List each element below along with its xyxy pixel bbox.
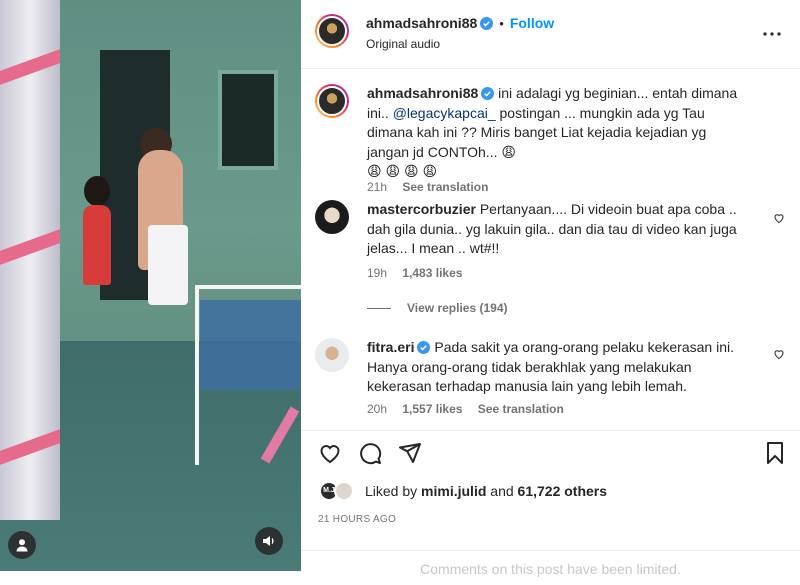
video-scene-child [83,205,111,285]
verified-badge-icon [481,87,495,100]
caption-body: ahmadsahroni88 ini adalagi yg beginian..… [367,84,752,182]
verified-badge-icon [480,16,494,30]
caption-age[interactable]: 21h [367,180,387,194]
liker-avatar [334,481,354,501]
liked-by-and: and [490,483,514,499]
video-scene-child-head [84,176,110,206]
video-scene-stripe [0,429,60,465]
send-icon[interactable] [398,441,422,465]
commenter-username[interactable]: fitra.eri [367,339,414,355]
liked-by-user[interactable]: mimi.julid [421,483,486,499]
comment-age[interactable]: 20h [367,402,387,416]
video-scene-towel [148,225,188,305]
see-translation-link[interactable]: See translation [478,402,564,416]
separator-dot: • [499,15,504,31]
video-scene-stripe [0,229,60,265]
verified-badge-icon [417,341,431,354]
author-avatar[interactable] [315,14,349,48]
commenter-avatar[interactable] [315,338,349,372]
comment-body: fitra.eri Pada sakit ya orang-orang pela… [367,338,752,397]
original-audio-link[interactable]: Original audio [366,37,440,51]
comment-age[interactable]: 19h [367,266,387,280]
post-header: ahmadsahroni88 • Follow Original audio [301,0,800,69]
video-scene-window [218,70,278,170]
video-scene-rack [195,285,301,465]
speaker-icon [263,536,274,546]
author-username[interactable]: ahmadsahroni88 [366,15,477,31]
more-horizontal-icon [763,32,781,36]
more-options-button[interactable] [762,24,782,44]
caption-meta: 21h See translation [367,180,500,194]
follow-button[interactable]: Follow [510,15,554,31]
comments-limited-notice: Comments on this post have been limited. [301,550,800,585]
liked-by-avatars[interactable]: M.J [319,481,357,501]
likes-count[interactable]: 61,722 others [518,483,608,499]
comment-meta: 19h 1,483 likes [367,266,474,280]
bookmark-icon[interactable] [763,441,787,465]
audio-toggle-button[interactable] [255,527,283,555]
heart-icon[interactable] [773,348,785,360]
user-icon [16,539,28,552]
comment-likes[interactable]: 1,483 likes [402,266,462,280]
replies-divider [367,307,391,309]
heart-icon[interactable] [318,441,342,465]
post-media[interactable] [0,0,301,571]
view-replies-label: View replies (194) [407,301,508,315]
author-line: ahmadsahroni88 • Follow [366,15,554,31]
see-translation-link[interactable]: See translation [402,180,488,194]
view-replies-button[interactable]: View replies (194) [367,301,508,315]
comment-meta: 20h 1,557 likes See translation [367,402,576,416]
tagged-users-button[interactable] [8,531,36,559]
caption-author-username[interactable]: ahmadsahroni88 [367,85,478,101]
caption-emojis: 😩 😩 😩 😩 [367,163,438,179]
liked-by-summary: M.J Liked by mimi.julid and 61,722 other… [319,481,607,501]
commenter-username[interactable]: mastercorbuzier [367,201,476,217]
commenter-avatar[interactable] [315,200,349,234]
video-frame[interactable] [0,0,301,571]
comments-section[interactable]: ahmadsahroni88 ini adalagi yg beginian..… [301,70,800,430]
post-panel: ahmadsahroni88 • Follow Original audio a… [301,0,800,585]
post-timestamp[interactable]: 21 hours ago [318,514,396,525]
comment-likes[interactable]: 1,557 likes [402,402,462,416]
caption-author-avatar[interactable] [315,84,349,118]
heart-icon[interactable] [773,212,785,224]
video-scene-pillar [0,0,60,520]
liked-by-prefix: Liked by [365,483,418,499]
comment-icon[interactable] [358,441,382,465]
caption-mention-link[interactable]: @legacykapcai_ [393,105,496,121]
comment-body: mastercorbuzier Pertanyaan.... Di videoi… [367,200,752,259]
video-scene-stripe [0,49,60,85]
post-actions: M.J Liked by mimi.julid and 61,722 other… [301,430,800,585]
